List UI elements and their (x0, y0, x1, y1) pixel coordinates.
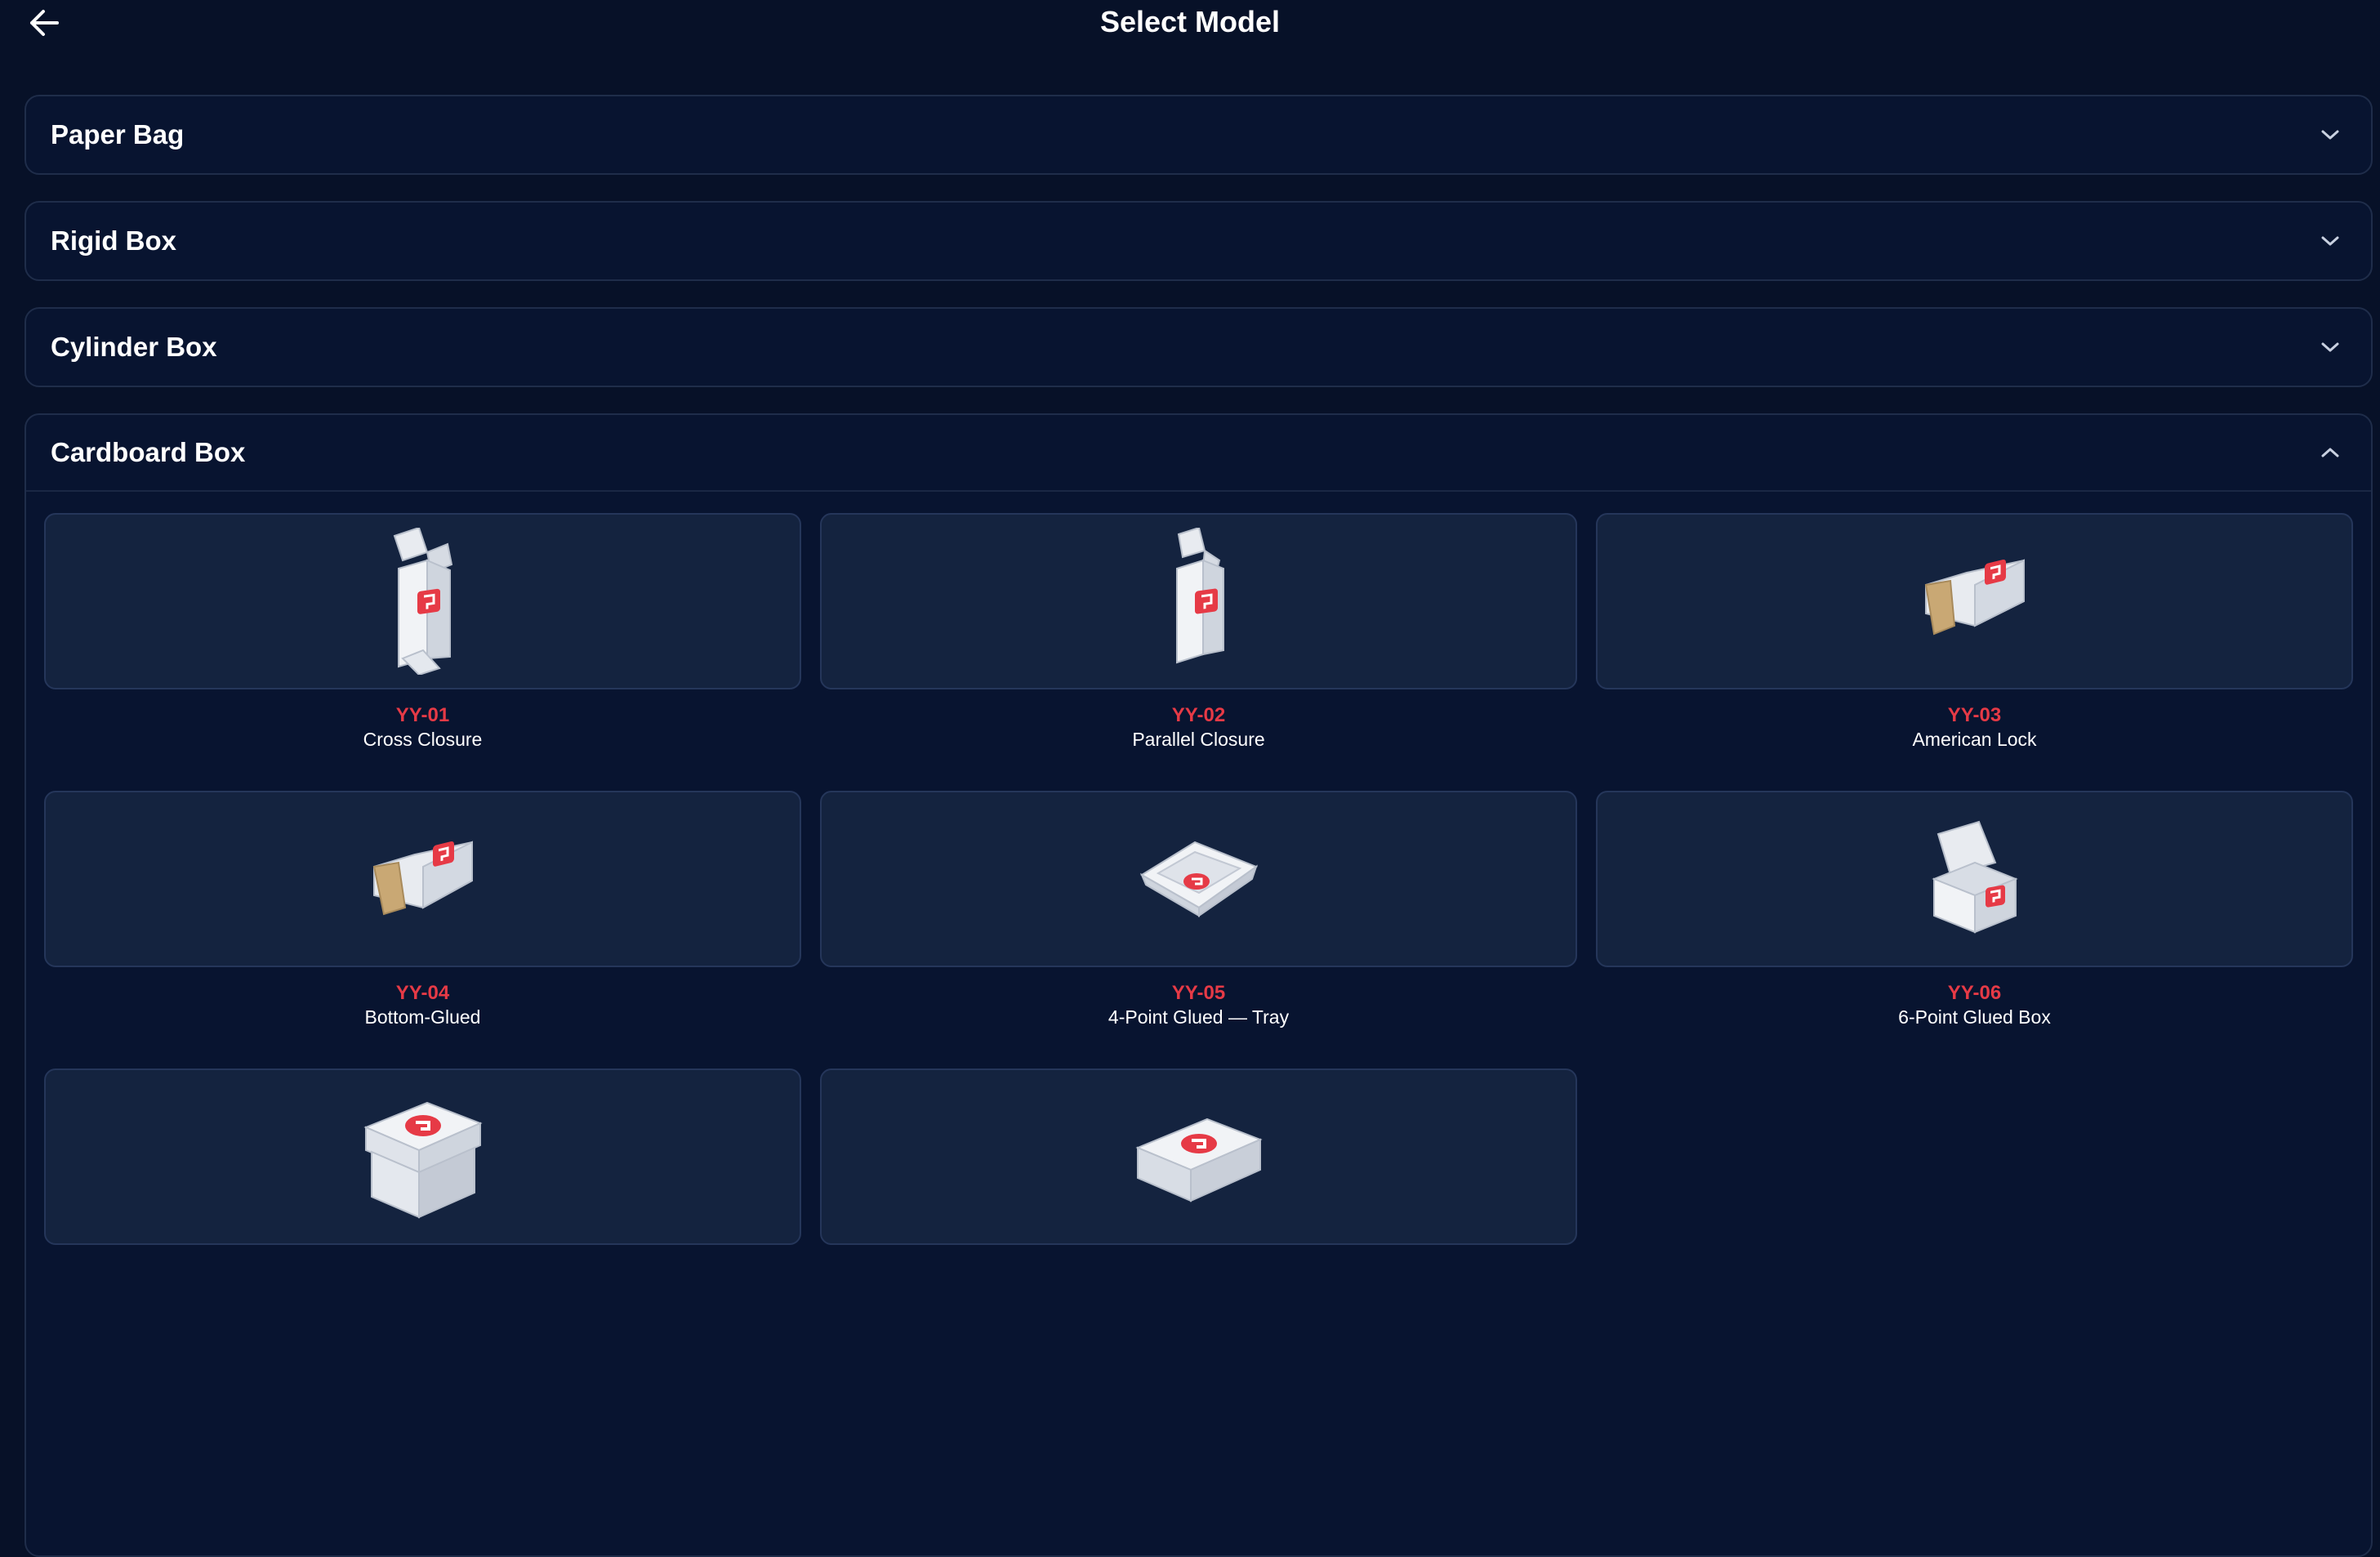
sleeve-box-icon (822, 1070, 1576, 1243)
model-name: 4-Point Glued — Tray (1108, 1006, 1290, 1028)
model-name: Cross Closure (363, 729, 483, 750)
category-header-paper-bag[interactable]: Paper Bag (26, 96, 2371, 173)
model-code: YY-03 (1947, 704, 2002, 726)
model-card-7[interactable] (44, 1068, 801, 1245)
tuck-box-side-icon (46, 792, 800, 966)
model-card-8[interactable] (820, 1068, 1577, 1245)
model-name: Bottom-Glued (364, 1006, 481, 1028)
chevron-down-icon (2319, 123, 2342, 146)
chevron-down-icon (2319, 336, 2342, 359)
model-name: 6-Point Glued Box (1898, 1006, 2051, 1028)
model-card-yy-03[interactable] (1596, 513, 2353, 689)
chevron-down-icon (2319, 230, 2342, 252)
category-header-cardboard-box[interactable]: Cardboard Box (26, 415, 2371, 492)
category-title: Cardboard Box (51, 437, 246, 467)
chevron-up-icon (2319, 441, 2342, 464)
model-code: YY-06 (1947, 982, 2002, 1004)
model-card-yy-01[interactable] (44, 513, 801, 689)
category-cylinder-box: Cylinder Box (25, 307, 2373, 387)
model-card-yy-05[interactable] (820, 791, 1577, 967)
model-code: YY-02 (1171, 704, 1226, 726)
category-header-cylinder-box[interactable]: Cylinder Box (26, 309, 2371, 386)
category-cardboard-box: Cardboard Box YY-01 Cross Closure YY-02 … (25, 413, 2373, 1557)
header: Select Model (0, 0, 2380, 46)
category-header-rigid-box[interactable]: Rigid Box (26, 203, 2371, 279)
tray-icon (822, 792, 1576, 966)
model-code: YY-01 (395, 704, 450, 726)
page-title: Select Model (1099, 5, 1281, 38)
model-code: YY-04 (395, 982, 450, 1004)
model-name: American Lock (1912, 729, 2037, 750)
model-card-yy-06[interactable] (1596, 791, 2353, 967)
tall-carton-open-icon (822, 515, 1576, 688)
model-code: YY-05 (1171, 982, 1226, 1004)
category-rigid-box: Rigid Box (25, 201, 2373, 281)
model-name: Parallel Closure (1132, 729, 1265, 750)
tuck-box-side-icon (1598, 515, 2351, 688)
model-card-yy-02[interactable] (820, 513, 1577, 689)
category-title: Rigid Box (51, 225, 176, 256)
category-title: Paper Bag (51, 119, 185, 149)
model-card-yy-04[interactable] (44, 791, 801, 967)
category-title: Cylinder Box (51, 332, 217, 362)
lid-box-closed-icon (46, 1070, 800, 1243)
tall-carton-open-icon (46, 515, 800, 688)
lid-box-open-icon (1598, 792, 2351, 966)
category-paper-bag: Paper Bag (25, 95, 2373, 175)
